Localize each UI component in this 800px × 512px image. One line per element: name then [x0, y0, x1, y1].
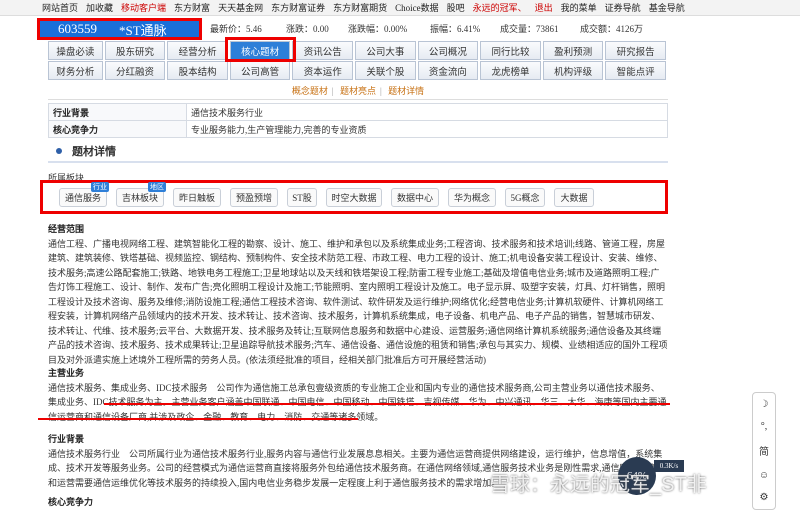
sector-tag-label: 昨日触板 — [178, 192, 215, 203]
tabs-row-1: 操盘必读 股东研究 经营分析 核心题材 资讯公告 公司大事 公司概况 同行比较 盈利预测 研究报告 — [48, 41, 668, 60]
simplified-icon[interactable]: 简 — [759, 443, 769, 458]
watermark: 雪球：永远的冠军_ST非 — [490, 474, 707, 496]
section-title: 题材详情 — [48, 141, 668, 163]
tab-item[interactable]: 分红融资 — [104, 61, 166, 80]
underline-annotation — [38, 407, 358, 420]
info-key: 行业背景 — [48, 103, 187, 121]
topnav-link[interactable]: 加收藏 — [86, 1, 113, 14]
tab-item[interactable]: 资金流向 — [417, 61, 479, 80]
sector-tag[interactable]: 华为概念 — [448, 187, 496, 207]
sector-tag[interactable]: 大数据 — [554, 187, 594, 207]
latest-price: 最新价：5.46 — [210, 24, 262, 34]
tab-item[interactable]: 关联个股 — [355, 61, 416, 80]
sector-tag[interactable]: 昨日触板 — [173, 187, 221, 207]
sector-tag-label: 通信服务 — [64, 192, 101, 203]
settings-icon[interactable]: ⚙ — [760, 492, 769, 503]
tab-item[interactable]: 龙虎榜单 — [480, 61, 541, 80]
subtabs: 概念题材 | 题材亮点 | 题材详情 — [48, 84, 668, 100]
topnav-link[interactable]: 基金导航 — [649, 1, 685, 14]
underline-annotation — [104, 393, 670, 405]
amplitude: 振幅：6.41% — [430, 24, 481, 34]
sector-tag[interactable]: 预盈预增 — [230, 187, 278, 207]
topnav-link[interactable]: 东方财富 — [174, 1, 210, 14]
topnav-link[interactable]: 东方财富期货 — [333, 1, 387, 14]
business-scope-heading: 经营范围 — [48, 224, 85, 234]
tab-item[interactable]: 经营分析 — [167, 41, 228, 60]
topnav-link[interactable]: 网站首页 — [42, 1, 78, 14]
section-title-text: 题材详情 — [72, 146, 116, 158]
sector-tag-label: 华为概念 — [453, 192, 490, 203]
topnav-link[interactable]: 退出 — [535, 1, 553, 14]
topnav-link[interactable]: 我的菜单 — [561, 1, 597, 14]
subtab-concept[interactable]: 概念题材 — [292, 86, 328, 96]
main-business-heading: 主营业务 — [48, 368, 85, 378]
volume: 成交量：73861 — [500, 24, 559, 34]
business-scope-text: 通信工程、广播电视网络工程、建筑智能化工程的勘察、设计、施工、维护和承包以及系统… — [48, 238, 668, 365]
info-value: 通信技术服务行业 — [186, 103, 668, 121]
core-competence: 核心竞争力 — [48, 495, 668, 510]
info-value: 专业服务能力,生产管理能力,完善的专业资质 — [186, 120, 668, 138]
stock-header: 603559 *ST通脉 — [37, 18, 202, 40]
topnav-link[interactable]: 东方财富证券 — [271, 1, 325, 14]
sector-tags: 通信服务 行业 吉林板块 地区 昨日触板 预盈预增 ST股 时空大数据 数据中心 华为概念 5G概念… — [40, 180, 668, 214]
subtab-details[interactable]: 题材详情 — [388, 86, 424, 96]
industry-background-heading: 行业背景 — [48, 434, 85, 444]
tag-badge: 地区 — [148, 181, 166, 192]
tab-item[interactable]: 机构评级 — [542, 61, 604, 80]
sector-tag[interactable]: 通信服务 行业 — [59, 181, 109, 207]
tab-item[interactable]: 公司高管 — [229, 61, 291, 80]
sector-tag-label: ST股 — [292, 192, 312, 203]
tab-item[interactable]: 盈利预测 — [542, 41, 604, 60]
sector-tag[interactable]: 5G概念 — [505, 187, 545, 207]
night-mode-icon[interactable]: ☽ — [760, 399, 769, 410]
tag-badge: 行业 — [91, 181, 109, 192]
bullet-icon — [56, 148, 62, 154]
highlight-core-topic-tab — [225, 37, 296, 62]
topnav-link[interactable]: 证券导航 — [605, 1, 641, 14]
subtab-highlights[interactable]: 题材亮点 — [340, 86, 376, 96]
sector-tag[interactable]: ST股 — [287, 187, 317, 207]
sector-tag-label: 大数据 — [560, 192, 588, 203]
tab-item[interactable]: 研究报告 — [605, 41, 666, 60]
sector-tag-label: 预盈预增 — [235, 192, 272, 203]
tab-item[interactable]: 财务分析 — [48, 61, 103, 80]
core-competence-heading: 核心竞争力 — [48, 497, 94, 507]
floating-toolbar: ☽ °, 简 ☺ ⚙ — [752, 392, 776, 510]
tab-item[interactable]: 操盘必读 — [48, 41, 103, 60]
stock-name: *ST通脉 — [119, 22, 167, 38]
change: 涨跌：0.00 — [286, 24, 329, 34]
topnav-link[interactable]: 股吧 — [447, 1, 465, 14]
sector-tag-label: 时空大数据 — [331, 192, 377, 203]
sector-tag-label: 吉林板块 — [121, 192, 158, 203]
business-scope: 经营范围 通信工程、广播电视网络工程、建筑智能化工程的勘察、设计、施工、维护和承… — [48, 222, 668, 367]
info-table: 行业背景 通信技术服务行业 核心竞争力 专业服务能力,生产管理能力,完善的专业资质 — [48, 103, 668, 138]
sector-tag[interactable]: 时空大数据 — [326, 187, 382, 207]
change-pct: 涨跌幅：0.00% — [348, 24, 408, 34]
topnav-link[interactable]: Choice数据 — [395, 1, 439, 14]
tab-item[interactable]: 股东研究 — [104, 41, 166, 60]
topnav-link[interactable]: 天天基金网 — [218, 1, 263, 14]
tab-item[interactable]: 同行比较 — [480, 41, 541, 60]
topnav-link[interactable]: 永远的冠军、 — [473, 1, 527, 14]
sector-tag-label: 数据中心 — [396, 192, 433, 203]
stock-code: 603559 — [58, 21, 97, 36]
tabs-row-2: 财务分析 分红融资 股本结构 公司高管 资本运作 关联个股 资金流向 龙虎榜单 机构评级 智能点评 — [48, 61, 668, 80]
tab-item[interactable]: 公司概况 — [417, 41, 479, 60]
turnover: 成交额：4126万 — [580, 24, 644, 34]
top-navigation: 网站首页 加收藏 移动客户端 东方财富 天天基金网 东方财富证券 东方财富期货 Choice数… — [0, 0, 800, 16]
sector-tag-label: 5G概念 — [510, 192, 540, 203]
table-row: 行业背景 通信技术服务行业 — [48, 103, 668, 121]
tab-item[interactable]: 资讯公告 — [292, 41, 354, 60]
table-row: 核心竞争力 专业服务能力,生产管理能力,完善的专业资质 — [48, 120, 668, 138]
topnav-link[interactable]: 移动客户端 — [121, 1, 166, 14]
tab-item[interactable]: 公司大事 — [355, 41, 416, 60]
tab-item[interactable]: 智能点评 — [605, 61, 666, 80]
sector-tag[interactable]: 吉林板块 地区 — [116, 181, 166, 207]
tab-item[interactable]: 股本结构 — [167, 61, 228, 80]
sector-tag[interactable]: 数据中心 — [391, 187, 439, 207]
punctuation-icon[interactable]: °, — [761, 421, 768, 432]
emoji-icon[interactable]: ☺ — [759, 470, 769, 481]
tab-item[interactable]: 资本运作 — [292, 61, 354, 80]
info-key: 核心竞争力 — [48, 120, 187, 138]
